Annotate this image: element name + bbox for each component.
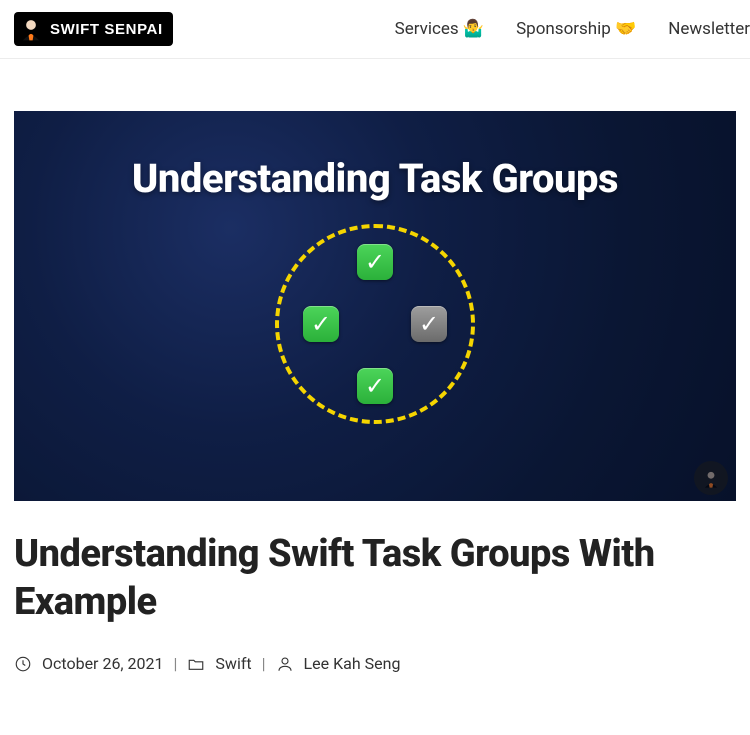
article-meta: October 26, 2021 | Swift | Lee Kah Seng xyxy=(14,654,736,673)
shrug-icon: 🤷‍♂️ xyxy=(463,19,484,39)
article-author[interactable]: Lee Kah Seng xyxy=(304,654,401,673)
hero-avatar-icon xyxy=(694,461,728,495)
article-date: October 26, 2021 xyxy=(42,654,164,673)
article-category[interactable]: Swift xyxy=(215,654,251,673)
nav-sponsorship[interactable]: Sponsorship 🤝 xyxy=(516,19,636,39)
meta-separator: | xyxy=(262,654,266,673)
checkmark-icon: ✓ xyxy=(357,368,393,404)
clock-icon xyxy=(14,655,32,673)
hero-image: Understanding Task Groups ✓ ✓ ✓ ✓ xyxy=(14,111,736,501)
nav-newsletter[interactable]: Newsletter xyxy=(668,19,750,39)
hero-title: Understanding Task Groups xyxy=(132,155,618,202)
nav-label: Newsletter xyxy=(668,19,750,39)
handshake-icon: 🤝 xyxy=(615,19,636,39)
checkmark-grey-icon: ✓ xyxy=(411,306,447,342)
user-icon xyxy=(276,655,294,673)
nav-label: Services xyxy=(395,19,459,39)
task-group-diagram: ✓ ✓ ✓ ✓ xyxy=(275,224,475,424)
nav-label: Sponsorship xyxy=(516,19,611,39)
main-nav: Services 🤷‍♂️ Sponsorship 🤝 Newsletter xyxy=(395,19,750,39)
article-content: Understanding Task Groups ✓ ✓ ✓ ✓ Unders… xyxy=(0,111,750,673)
article-title: Understanding Swift Task Groups With Exa… xyxy=(14,531,736,626)
checkmark-icon: ✓ xyxy=(303,306,339,342)
logo-avatar-icon xyxy=(18,16,44,42)
folder-icon xyxy=(187,655,205,673)
checkmark-icon: ✓ xyxy=(357,244,393,280)
site-logo[interactable]: SWIFT SENPAI xyxy=(14,12,173,46)
site-header: SWIFT SENPAI Services 🤷‍♂️ Sponsorship 🤝… xyxy=(0,0,750,59)
meta-separator: | xyxy=(174,654,178,673)
logo-text: SWIFT SENPAI xyxy=(50,21,163,38)
nav-services[interactable]: Services 🤷‍♂️ xyxy=(395,19,484,39)
